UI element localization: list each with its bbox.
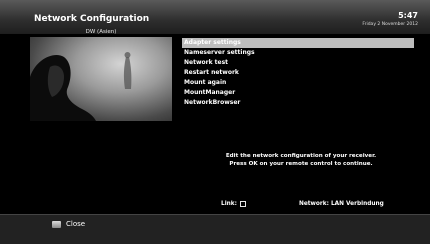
menu-item-networkbrowser[interactable]: NetworkBrowser	[182, 98, 414, 108]
preview-scene	[30, 52, 132, 121]
menu-item-restart-network[interactable]: Restart network	[182, 68, 414, 78]
menu-item-mountmanager[interactable]: MountManager	[182, 88, 414, 98]
footer-bar	[0, 214, 430, 244]
close-button-label[interactable]: Close	[66, 220, 85, 228]
menu-item-nameserver-settings[interactable]: Nameserver settings	[182, 48, 414, 58]
menu-item-network-test[interactable]: Network test	[182, 58, 414, 68]
network-menu: Adapter settings Nameserver settings Net…	[182, 38, 414, 108]
channel-name: DW (Asien)	[85, 29, 117, 35]
clock: 5:47	[398, 11, 418, 20]
info-text: Edit the network configuration of your r…	[206, 152, 396, 168]
screen: Network Configuration 5:47 Friday 2 Nove…	[0, 0, 430, 244]
menu-item-mount-again[interactable]: Mount again	[182, 78, 414, 88]
date: Friday 2 November 2012	[362, 22, 418, 27]
close-button-icon[interactable]	[52, 221, 61, 228]
info-line-2: Press OK on your remote control to conti…	[229, 161, 373, 167]
network-status: Network: LAN Verbindung	[299, 201, 384, 207]
page-title: Network Configuration	[34, 14, 150, 24]
info-line-1: Edit the network configuration of your r…	[225, 153, 377, 159]
link-indicator	[240, 201, 246, 207]
link-label: Link:	[221, 201, 237, 207]
menu-item-adapter-settings[interactable]: Adapter settings	[182, 38, 414, 48]
tv-preview-image	[30, 37, 172, 121]
